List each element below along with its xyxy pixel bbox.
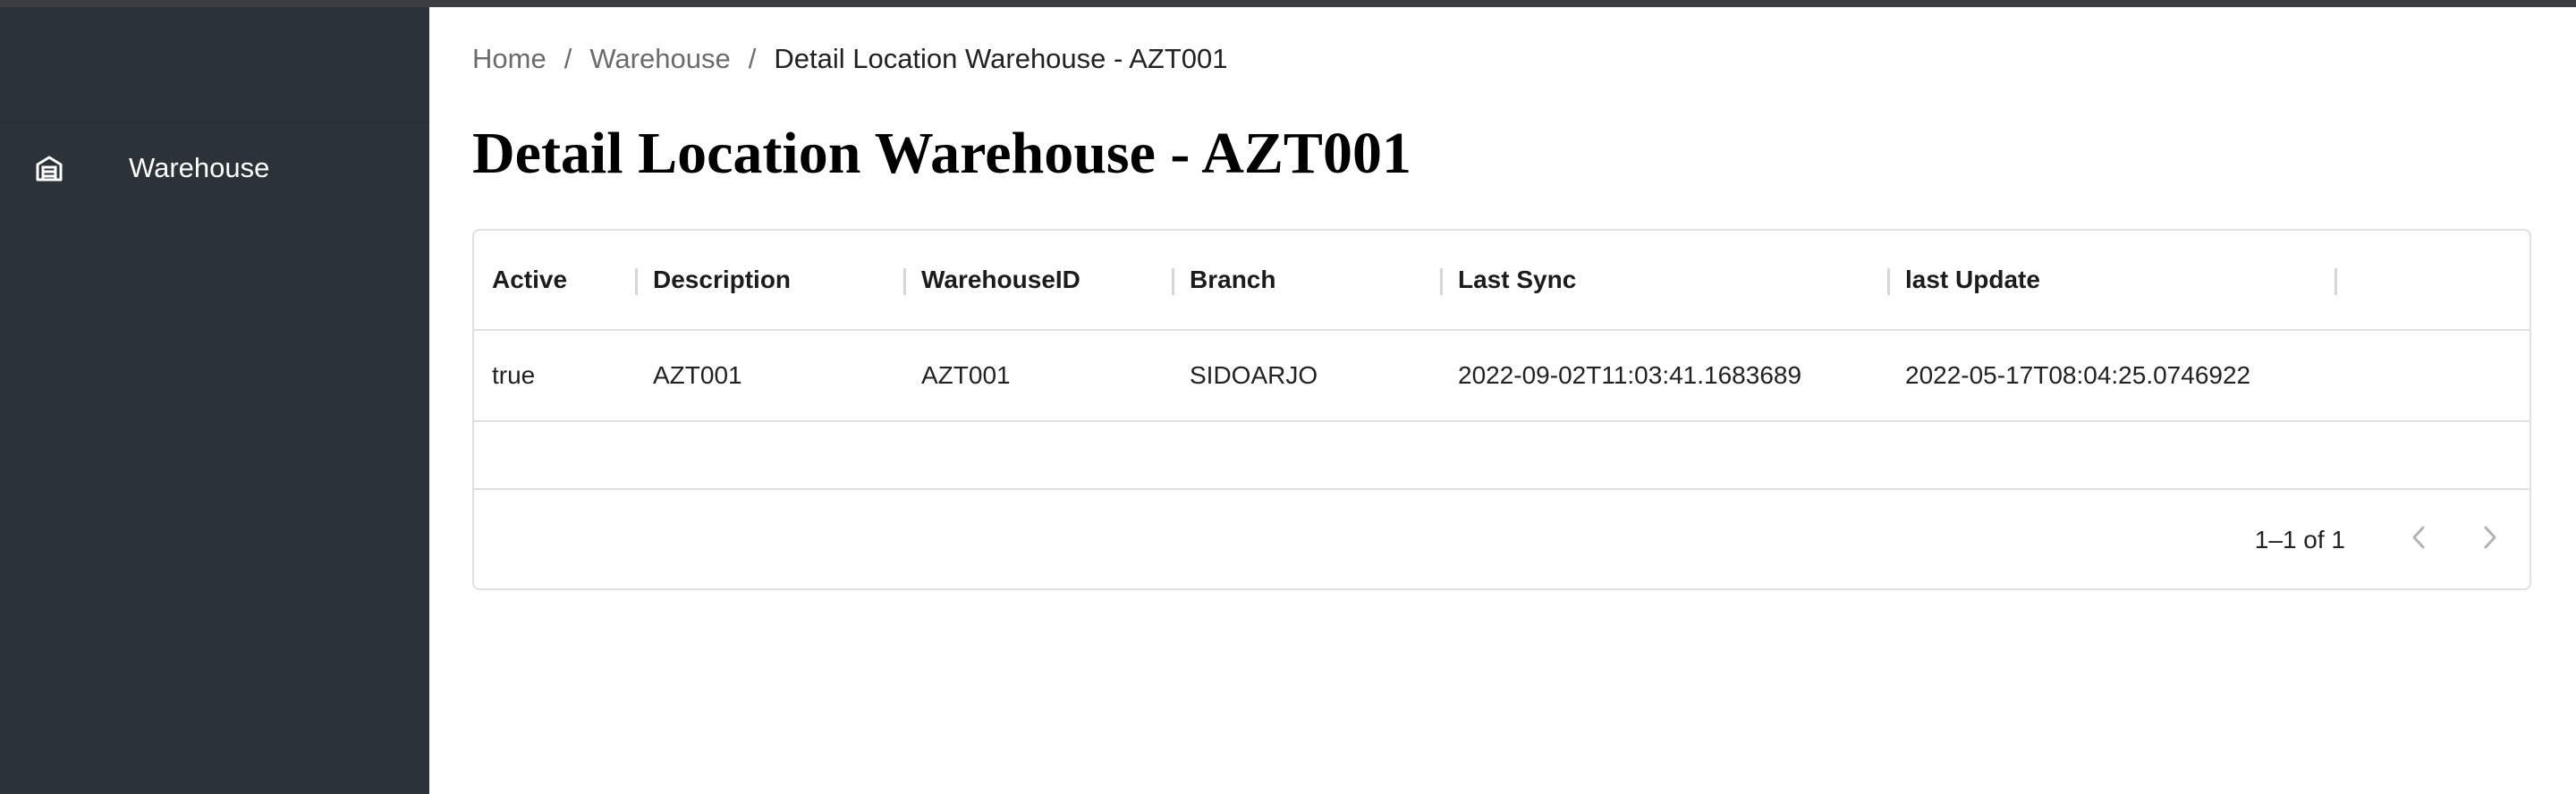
- column-header-warehouseid[interactable]: WarehouseID: [921, 231, 1080, 329]
- column-separator[interactable]: [1172, 268, 1174, 295]
- warehouse-icon: [34, 153, 64, 183]
- chevron-right-icon: [2480, 524, 2500, 557]
- column-separator[interactable]: [903, 268, 906, 295]
- column-separator[interactable]: [1440, 268, 1443, 295]
- column-header-active[interactable]: Active: [492, 231, 567, 329]
- sidebar-header: [0, 7, 429, 123]
- column-separator[interactable]: [635, 268, 638, 295]
- breadcrumb-separator: /: [748, 43, 757, 74]
- column-header-branch[interactable]: Branch: [1190, 231, 1275, 329]
- data-grid: Active Description WarehouseID Branch La…: [472, 229, 2531, 590]
- previous-page-button[interactable]: [2394, 515, 2444, 565]
- breadcrumb-current: Detail Location Warehouse - AZT001: [774, 43, 1228, 74]
- breadcrumb: Home / Warehouse / Detail Location Wareh…: [472, 43, 1228, 75]
- column-separator[interactable]: [1887, 268, 1890, 295]
- next-page-button[interactable]: [2465, 515, 2515, 565]
- column-separator[interactable]: [2334, 268, 2337, 295]
- cell-description: AZT001: [653, 361, 742, 389]
- top-bar: [0, 0, 2576, 7]
- cell-active: true: [492, 361, 536, 389]
- cell-warehouseid: AZT001: [921, 361, 1011, 389]
- sidebar: Warehouse: [0, 7, 429, 794]
- pagination-range: 1–1 of 1: [2254, 526, 2345, 553]
- table-row[interactable]: true AZT001 AZT001 SIDOARJO 2022-09-02T1…: [474, 331, 2529, 422]
- breadcrumb-home-link[interactable]: Home: [472, 43, 547, 75]
- table-footer: 1–1 of 1: [474, 488, 2529, 588]
- column-header-description[interactable]: Description: [653, 231, 791, 329]
- cell-last-update: 2022-05-17T08:04:25.0746922: [1905, 361, 2251, 389]
- cell-branch: SIDOARJO: [1190, 361, 1318, 389]
- column-header-last-update[interactable]: last Update: [1905, 231, 2040, 329]
- breadcrumb-warehouse-link[interactable]: Warehouse: [589, 43, 730, 75]
- sidebar-item-label: Warehouse: [129, 152, 270, 183]
- breadcrumb-separator: /: [564, 43, 572, 74]
- column-header-last-sync[interactable]: Last Sync: [1458, 231, 1576, 329]
- cell-last-sync: 2022-09-02T11:03:41.1683689: [1458, 361, 1802, 389]
- table-header: Active Description WarehouseID Branch La…: [474, 231, 2529, 331]
- chevron-left-icon: [2409, 524, 2428, 557]
- page-title: Detail Location Warehouse - AZT001: [472, 121, 1411, 186]
- sidebar-item-warehouse[interactable]: Warehouse: [0, 123, 429, 213]
